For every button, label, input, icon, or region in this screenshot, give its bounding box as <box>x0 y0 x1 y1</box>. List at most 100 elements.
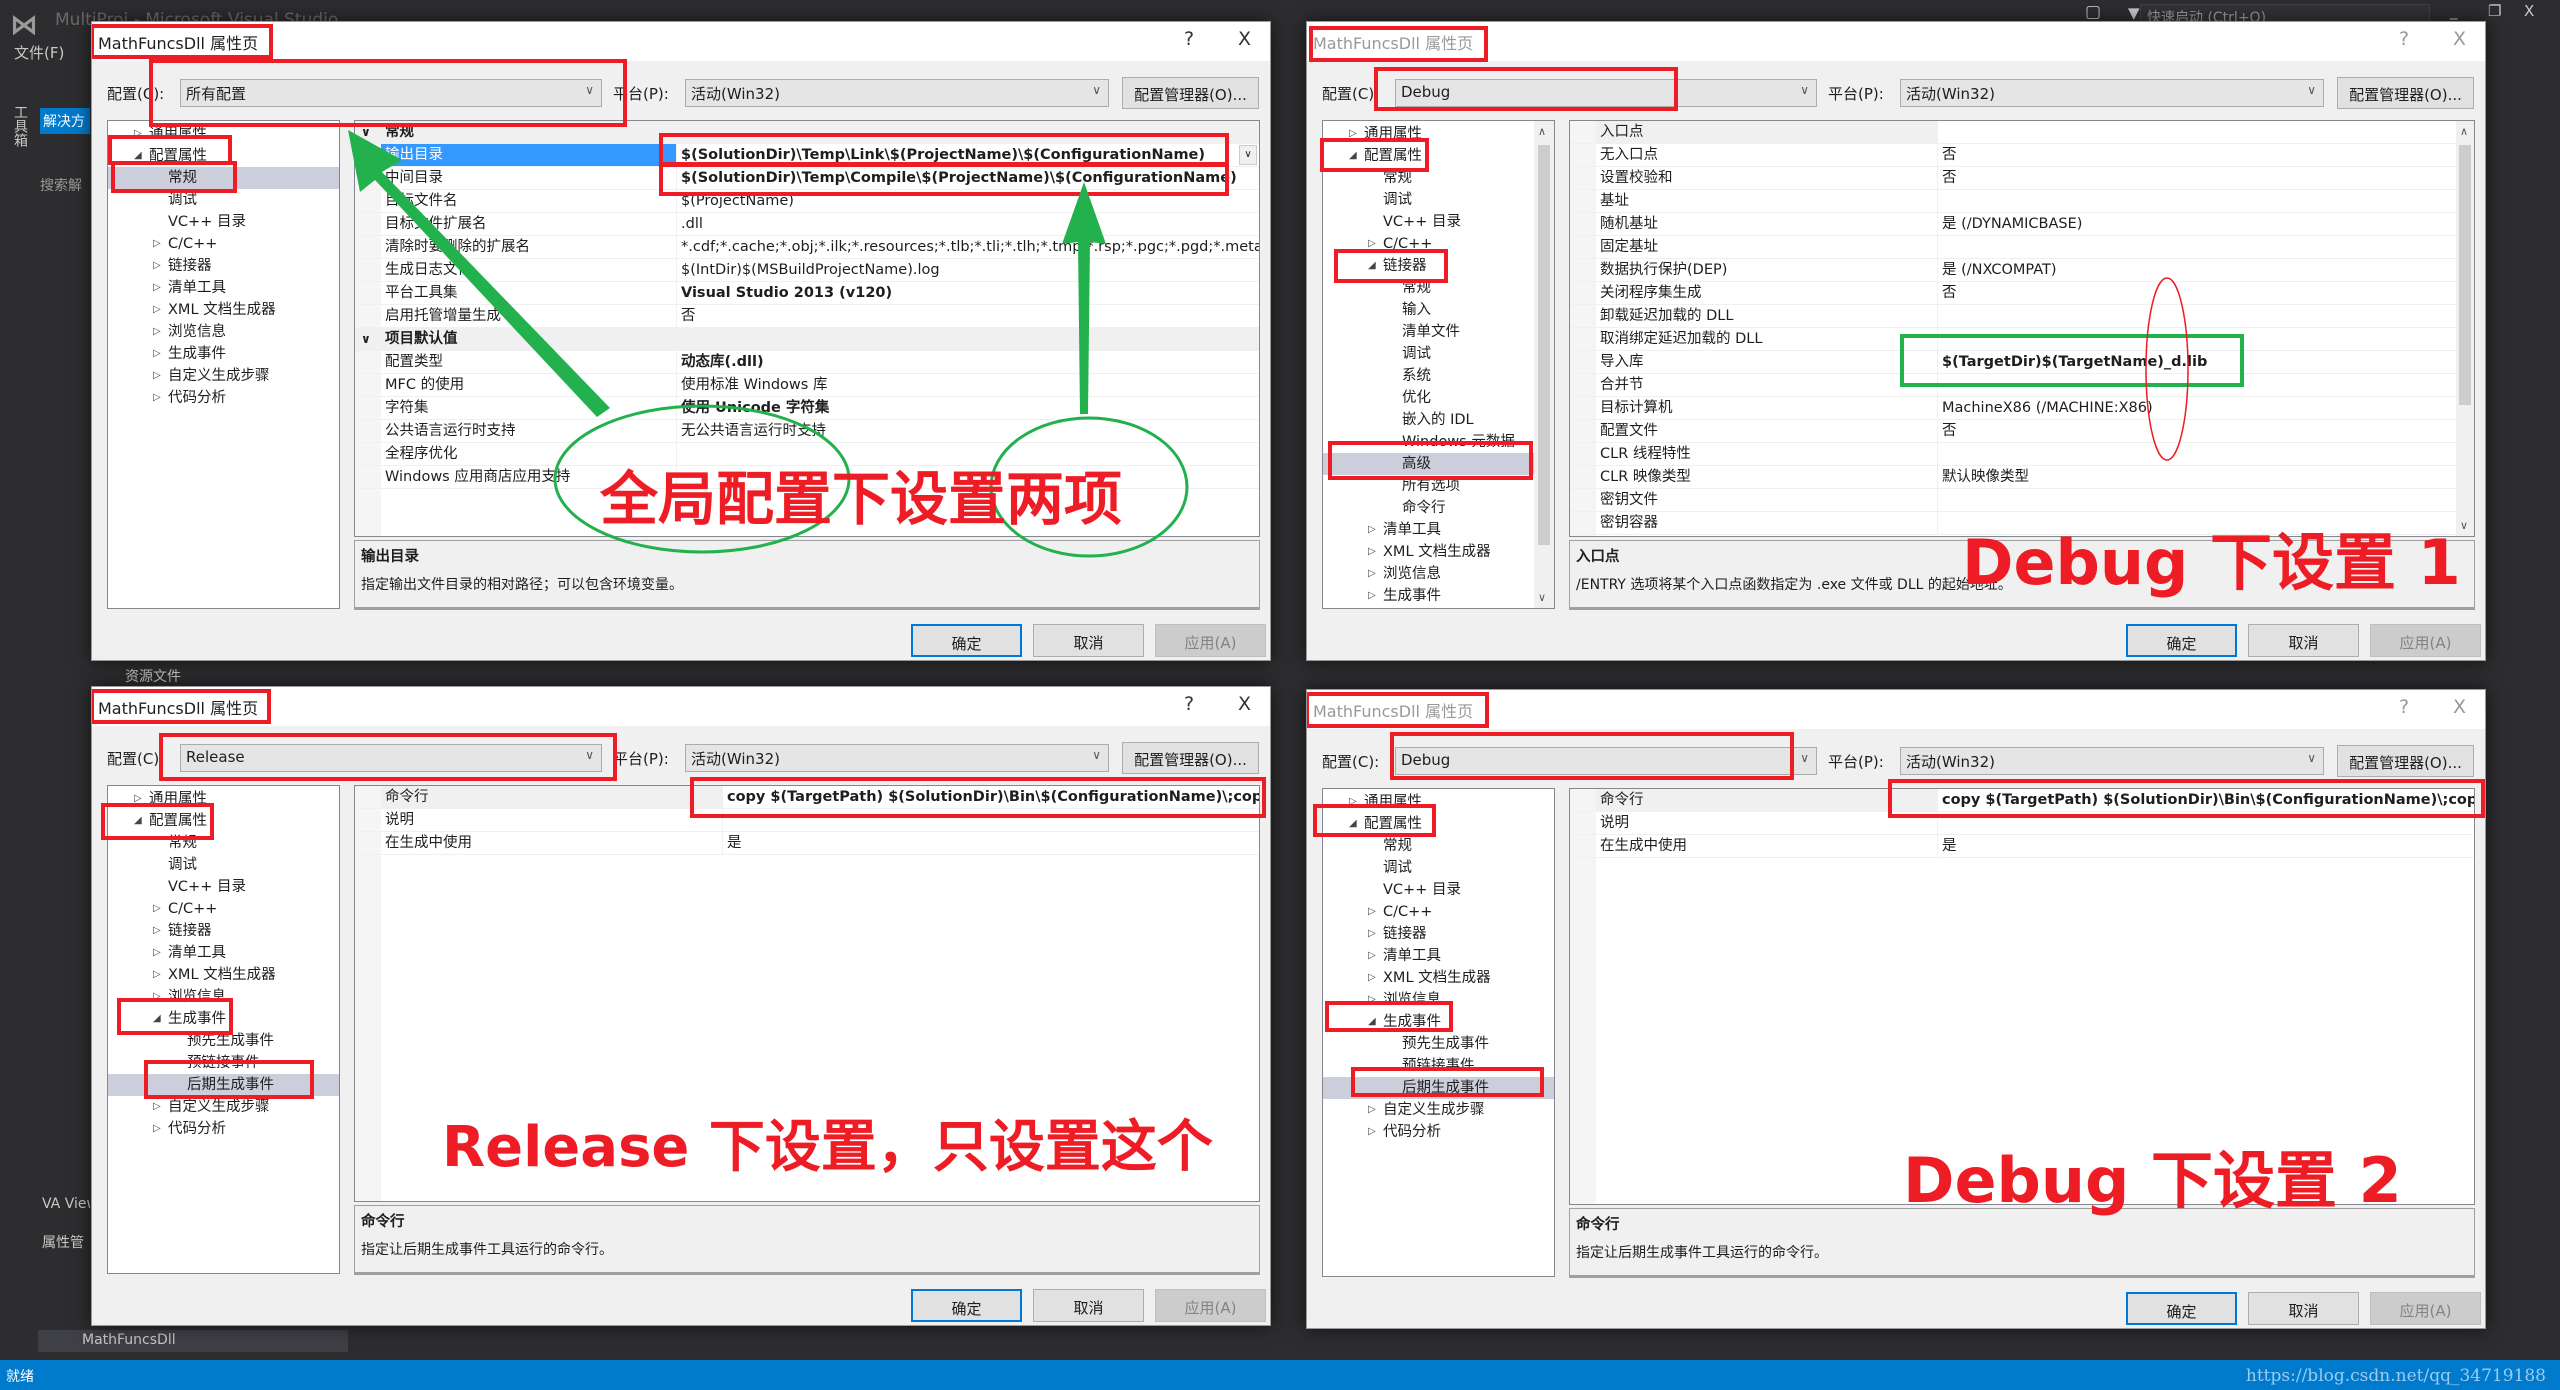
property-row[interactable]: 设置校验和 否 <box>1570 167 2474 190</box>
property-row[interactable]: 数据执行保护(DEP) 是 (/NXCOMPAT) <box>1570 259 2474 282</box>
tree-item[interactable]: ▷ 通用属性 <box>1323 123 1554 145</box>
config-select[interactable]: Release ∨ <box>180 744 602 772</box>
collapsed-arrow-icon[interactable]: ▷ <box>153 898 161 920</box>
property-row[interactable]: 命令行 copy $(TargetPath) $(SolutionDir)\Bin… <box>1570 789 2474 812</box>
help-button[interactable]: ? <box>2399 28 2409 50</box>
tree-item[interactable]: 嵌入的 IDL <box>1323 409 1554 431</box>
tree-item[interactable]: ▷ 自定义生成步骤 <box>108 1096 339 1118</box>
config-manager-button[interactable]: 配置管理器(O)... <box>1122 77 1259 109</box>
tree-item[interactable]: 调试 <box>1323 189 1554 211</box>
expanded-arrow-icon[interactable]: ◢ <box>134 145 142 167</box>
config-select[interactable]: Debug ∨ <box>1395 79 1817 107</box>
tree-item[interactable]: 调试 <box>108 854 339 876</box>
property-value[interactable]: copy $(TargetPath) $(SolutionDir)\Bin\$(… <box>1937 789 2474 811</box>
property-value[interactable]: 动态库(.dll) <box>676 351 1259 373</box>
config-select[interactable]: 所有配置 ∨ <box>180 79 602 107</box>
property-value[interactable] <box>1937 305 2474 327</box>
tree-item[interactable]: ▷ 链接器 <box>1323 923 1554 945</box>
tree-item[interactable]: ▷ 清单工具 <box>108 942 339 964</box>
help-button[interactable]: ? <box>2399 696 2409 718</box>
property-value[interactable] <box>1937 512 2474 534</box>
tree-item[interactable]: 预链接事件 <box>1323 1055 1554 1077</box>
dropdown-arrow-icon[interactable]: ∨ <box>1239 145 1257 165</box>
tree-item[interactable]: 优化 <box>1323 387 1554 409</box>
property-value[interactable]: 使用 Unicode 字符集 <box>676 397 1259 419</box>
collapsed-arrow-icon[interactable]: ▷ <box>1368 1121 1376 1143</box>
property-row[interactable]: 命令行 copy $(TargetPath) $(SolutionDir)\Bin… <box>355 786 1259 809</box>
tree-item[interactable]: ▷ C/C++ <box>1323 901 1554 923</box>
platform-select[interactable]: 活动(Win32) ∨ <box>1900 747 2324 775</box>
tree-item[interactable]: ▷ 浏览信息 <box>1323 989 1554 1011</box>
collapsed-arrow-icon[interactable]: ▷ <box>134 788 142 810</box>
property-row[interactable]: CLR 映像类型 默认映像类型 <box>1570 466 2474 489</box>
property-row[interactable]: 导入库 $(TargetDir)$(TargetName)_d.lib <box>1570 351 2474 374</box>
tree-item[interactable]: ▷ 浏览信息 <box>108 321 339 343</box>
property-value[interactable]: copy $(TargetPath) $(SolutionDir)\Bin\$(… <box>722 786 1259 808</box>
ok-button[interactable]: 确定 <box>2126 1292 2237 1325</box>
tree-item[interactable]: 常规 <box>1323 277 1554 299</box>
collapsed-arrow-icon[interactable]: ▷ <box>1368 967 1376 989</box>
property-value[interactable]: MachineX86 (/MACHINE:X86) <box>1937 397 2474 419</box>
tree-item[interactable]: ▷ 链接器 <box>108 255 339 277</box>
tree-item[interactable]: ▷ 清单工具 <box>108 277 339 299</box>
property-row[interactable]: 说明 <box>1570 812 2474 835</box>
property-value[interactable] <box>1937 236 2474 258</box>
scrollbar-thumb[interactable] <box>2459 145 2471 405</box>
tree-item[interactable]: ▷ 自定义生成步骤 <box>1323 1099 1554 1121</box>
property-row[interactable]: 清除时要删除的扩展名 *.cdf;*.cache;*.obj;*.ilk;*.re… <box>355 236 1259 259</box>
expanded-arrow-icon[interactable]: ◢ <box>134 810 142 832</box>
platform-select[interactable]: 活动(Win32) ∨ <box>685 744 1109 772</box>
config-select[interactable]: Debug ∨ <box>1395 747 1817 775</box>
cancel-button[interactable]: 取消 <box>1033 624 1144 657</box>
tree-item[interactable]: 命令行 <box>1323 497 1554 519</box>
collapsed-arrow-icon[interactable]: ▷ <box>1368 585 1376 607</box>
config-manager-button[interactable]: 配置管理器(O)... <box>2337 77 2474 109</box>
tree-item[interactable]: 后期生成事件 <box>108 1074 339 1096</box>
tree-item[interactable]: ◢ 配置属性 <box>1323 145 1554 167</box>
property-value[interactable]: $(SolutionDir)\Temp\Link\$(ProjectName)\… <box>676 144 1259 166</box>
tree-item[interactable]: ▷ 生成事件 <box>108 343 339 365</box>
tree-item[interactable]: ▷ 生成事件 <box>1323 585 1554 607</box>
notification-icon[interactable]: ▢ <box>2085 2 2101 22</box>
property-value[interactable]: $(IntDir)$(MSBuildProjectName).log <box>676 259 1259 281</box>
property-row[interactable]: 平台工具集 Visual Studio 2013 (v120) <box>355 282 1259 305</box>
collapsed-arrow-icon[interactable]: ▷ <box>153 299 161 321</box>
expanded-arrow-icon[interactable]: ◢ <box>1349 813 1357 835</box>
project-item[interactable]: MathFuncsDll <box>38 1330 348 1352</box>
property-row[interactable]: 密钥文件 <box>1570 489 2474 512</box>
tree-item[interactable]: 清单文件 <box>1323 321 1554 343</box>
close-button[interactable]: X <box>1238 693 1251 715</box>
tree-item-resource-files[interactable]: 资源文件 <box>125 666 181 686</box>
tree-item[interactable]: ◢ 配置属性 <box>108 145 339 167</box>
tree-item[interactable]: ▷ XML 文档生成器 <box>108 964 339 986</box>
property-value[interactable] <box>722 809 1259 831</box>
property-value[interactable]: 默认映像类型 <box>1937 466 2474 488</box>
collapsed-arrow-icon[interactable]: ▷ <box>1349 123 1357 145</box>
restore-icon[interactable]: ❐ <box>2488 2 2501 20</box>
chevron-down-icon[interactable]: ∨ <box>361 328 371 350</box>
tree-item[interactable]: 后期生成事件 <box>1323 1077 1554 1099</box>
property-row[interactable]: 在生成中使用 是 <box>1570 835 2474 858</box>
tree-item[interactable]: Windows 元数据 <box>1323 431 1554 453</box>
close-icon[interactable]: X <box>2524 2 2534 20</box>
property-value[interactable] <box>676 466 1259 488</box>
minimize-icon[interactable]: _ <box>2450 2 2458 20</box>
cancel-button[interactable]: 取消 <box>2248 624 2359 657</box>
tree-item[interactable]: ▷ 浏览信息 <box>1323 563 1554 585</box>
collapsed-arrow-icon[interactable]: ▷ <box>153 321 161 343</box>
property-row[interactable]: 配置文件 否 <box>1570 420 2474 443</box>
property-row[interactable]: 卸载延迟加载的 DLL <box>1570 305 2474 328</box>
property-value[interactable] <box>1937 190 2474 212</box>
tree-item[interactable]: 常规 <box>1323 835 1554 857</box>
expanded-arrow-icon[interactable]: ◢ <box>1368 1011 1376 1033</box>
collapsed-arrow-icon[interactable]: ▷ <box>1368 901 1376 923</box>
property-value[interactable] <box>1937 121 2474 143</box>
property-row[interactable]: 取消绑定延迟加载的 DLL <box>1570 328 2474 351</box>
scrollbar-thumb[interactable] <box>1538 145 1550 545</box>
tree-item[interactable]: 调试 <box>108 189 339 211</box>
collapsed-arrow-icon[interactable]: ▷ <box>153 920 161 942</box>
property-value[interactable]: 是 (/NXCOMPAT) <box>1937 259 2474 281</box>
scroll-up-icon[interactable]: ∧ <box>2460 125 2468 138</box>
tree-item[interactable]: ▷ 清单工具 <box>1323 945 1554 967</box>
property-row[interactable]: MFC 的使用 使用标准 Windows 库 <box>355 374 1259 397</box>
